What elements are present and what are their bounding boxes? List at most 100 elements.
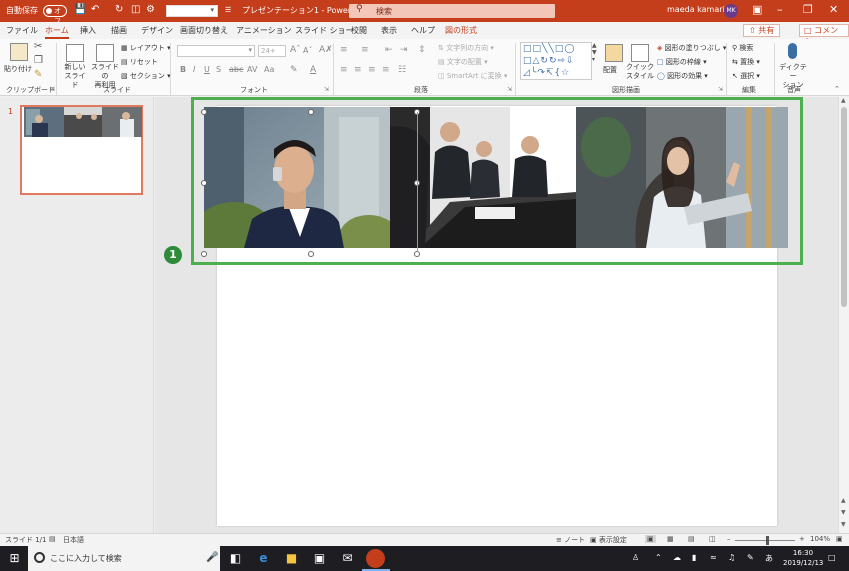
windows-start-icon[interactable]: ⊞ — [7, 551, 22, 566]
tab-transitions[interactable]: 画面切り替え — [180, 25, 228, 36]
highlight-icon[interactable]: ✎ — [290, 65, 298, 75]
volume-icon[interactable]: ♫ — [728, 553, 735, 562]
font-name-box[interactable]: ▾ — [177, 45, 255, 57]
quick-styles-icon[interactable] — [631, 44, 649, 62]
people-icon[interactable]: ♙ — [632, 553, 639, 562]
new-slide-icon[interactable] — [66, 44, 84, 62]
language-label[interactable]: 日本語 — [63, 535, 84, 545]
store-icon[interactable]: ▣ — [312, 551, 327, 566]
font-shrink-icon[interactable]: Aˇ — [303, 46, 312, 55]
zoom-slider-knob[interactable] — [766, 536, 769, 545]
shape-effects-button[interactable]: ◯ 図形の効果 ▾ — [657, 71, 708, 81]
save-icon[interactable]: 💾 — [74, 4, 86, 15]
underline-icon[interactable]: U — [204, 65, 210, 74]
tab-review[interactable]: 校閲 — [351, 25, 367, 36]
shape-fill-button[interactable]: ◈ 図形の塗りつぶし ▾ — [657, 43, 726, 53]
tab-help[interactable]: ヘルプ — [411, 25, 435, 36]
next-slide-icon[interactable]: ▼ — [841, 509, 846, 516]
tab-home[interactable]: ホーム — [45, 25, 69, 39]
scrollbar-thumb[interactable] — [841, 107, 847, 307]
tab-picture-format[interactable]: 図の形式 — [445, 25, 477, 36]
file-explorer-icon[interactable]: ■ — [284, 551, 299, 566]
tab-insert[interactable]: 挿入 — [80, 25, 96, 36]
layout-button[interactable]: ▦ レイアウト ▾ — [121, 43, 171, 53]
zoom-out-icon[interactable]: – — [727, 535, 731, 543]
font-launcher-icon[interactable]: ⇲ — [324, 86, 329, 93]
replace-button[interactable]: ⇆ 置換 ▾ — [732, 57, 760, 67]
quick-styles-label[interactable]: クイック スタイル — [625, 63, 655, 81]
notifications-icon[interactable]: □ — [828, 553, 836, 562]
copy-icon[interactable]: ❐ — [34, 55, 43, 66]
customize-icon[interactable]: ⚙ — [146, 4, 155, 15]
clock[interactable]: 16:30 2019/12/13 — [783, 548, 823, 570]
zoom-level[interactable]: 104% — [810, 535, 830, 543]
section-button[interactable]: ▧ セクション ▾ — [121, 71, 171, 81]
slideshow-view-icon[interactable]: ◫ — [709, 535, 716, 543]
tab-slideshow[interactable]: スライド ショー — [295, 25, 354, 36]
tab-file[interactable]: ファイル — [6, 25, 38, 36]
reset-button[interactable]: ▤ リセット — [121, 57, 158, 67]
wifi-icon[interactable]: ≈ — [710, 553, 717, 562]
spellcheck-icon[interactable]: ▤ — [49, 535, 56, 543]
edge-icon[interactable]: e — [256, 551, 271, 566]
arrange-label[interactable]: 配置 — [603, 65, 617, 75]
task-view-icon[interactable]: ◧ — [228, 551, 243, 566]
gallery-scroll-icon[interactable]: ▲ ▼ ▾ — [592, 42, 597, 63]
pen-icon[interactable]: ✎ — [747, 553, 754, 562]
slide-thumbnail[interactable] — [20, 105, 143, 195]
tab-view[interactable]: 表示 — [381, 25, 397, 36]
ime-indicator[interactable]: あ — [765, 553, 773, 564]
shapes-gallery[interactable]: □□╲╲□◯ □△↻↻⇨⇩ ◿╰↷↸{☆ — [520, 42, 592, 80]
close-icon[interactable]: ✕ — [829, 3, 838, 16]
vertical-scrollbar[interactable]: ▲ ▲ ▼ ▼ — [838, 97, 849, 533]
mail-icon[interactable]: ✉ — [340, 551, 355, 566]
notes-button[interactable]: ≡ ノート — [556, 535, 585, 545]
search-box[interactable]: ⚲ 検索 — [349, 4, 555, 18]
present-icon[interactable]: ◫ — [131, 4, 140, 15]
align-text-button[interactable]: ▤ 文字の配置 ▾ — [438, 57, 488, 67]
justify-icon[interactable]: ≡ — [382, 65, 390, 75]
zoom-slider[interactable] — [735, 540, 795, 541]
decrease-indent-icon[interactable]: ⇤ — [385, 45, 393, 55]
arrange-icon[interactable] — [605, 44, 623, 62]
find-button[interactable]: ⚲ 検索 — [732, 43, 753, 53]
align-center-icon[interactable]: ≡ — [354, 65, 362, 75]
clear-format-icon[interactable]: A✗ — [319, 45, 333, 55]
battery-icon[interactable]: ▮ — [692, 553, 696, 562]
shape-outline-button[interactable]: □ 図形の枠線 ▾ — [657, 57, 707, 67]
undo-icon[interactable]: ↶ — [91, 4, 99, 15]
slide-sorter-icon[interactable]: ▦ — [667, 535, 674, 543]
char-spacing-icon[interactable]: AV — [247, 65, 257, 74]
increase-indent-icon[interactable]: ⇥ — [400, 45, 408, 55]
scroll-up-icon[interactable]: ▲ — [841, 97, 846, 104]
strikethrough-icon[interactable]: abc — [229, 65, 243, 74]
taskbar-search[interactable]: ここに入力して検索 🎤 — [28, 546, 220, 571]
comment-button[interactable]: □ コメント — [799, 24, 849, 46]
bold-icon[interactable]: B — [180, 65, 186, 74]
share-button[interactable]: ⇧ 共有 — [743, 24, 781, 37]
prev-slide-icon[interactable]: ▲ — [841, 497, 846, 504]
zoom-in-icon[interactable]: + — [799, 535, 805, 543]
text-direction-button[interactable]: ⇅ 文字列の方向 ▾ — [438, 43, 494, 53]
tab-animations[interactable]: アニメーション — [236, 25, 292, 36]
change-case-icon[interactable]: Aa — [264, 65, 274, 74]
reuse-slides-icon[interactable] — [96, 44, 114, 62]
select-button[interactable]: ↖ 選択 ▾ — [732, 71, 760, 81]
avatar[interactable]: MK — [724, 4, 738, 18]
tab-draw[interactable]: 描画 — [111, 25, 127, 36]
font-size-box[interactable]: 24+ — [258, 45, 286, 57]
ribbon-display-icon[interactable]: ▣ — [752, 3, 762, 16]
paragraph-launcher-icon[interactable]: ⇲ — [507, 86, 512, 93]
columns-icon[interactable]: ☷ — [398, 65, 406, 75]
redo-icon[interactable]: ↻ — [115, 4, 123, 15]
font-quick-box[interactable]: ▾ — [166, 5, 218, 17]
italic-icon[interactable]: I — [193, 65, 195, 74]
line-spacing-icon[interactable]: ⇕ — [418, 45, 426, 55]
powerpoint-taskbar-icon[interactable] — [366, 549, 385, 568]
align-left-icon[interactable]: ≡ — [340, 65, 348, 75]
paste-label[interactable]: 貼り付け — [4, 64, 32, 74]
tray-chevron-icon[interactable]: ⌃ — [655, 553, 662, 562]
font-color-icon[interactable]: A — [310, 65, 316, 75]
scroll-down-icon[interactable]: ▼ — [841, 521, 846, 528]
bullets-icon[interactable]: ≡ — [340, 45, 348, 55]
